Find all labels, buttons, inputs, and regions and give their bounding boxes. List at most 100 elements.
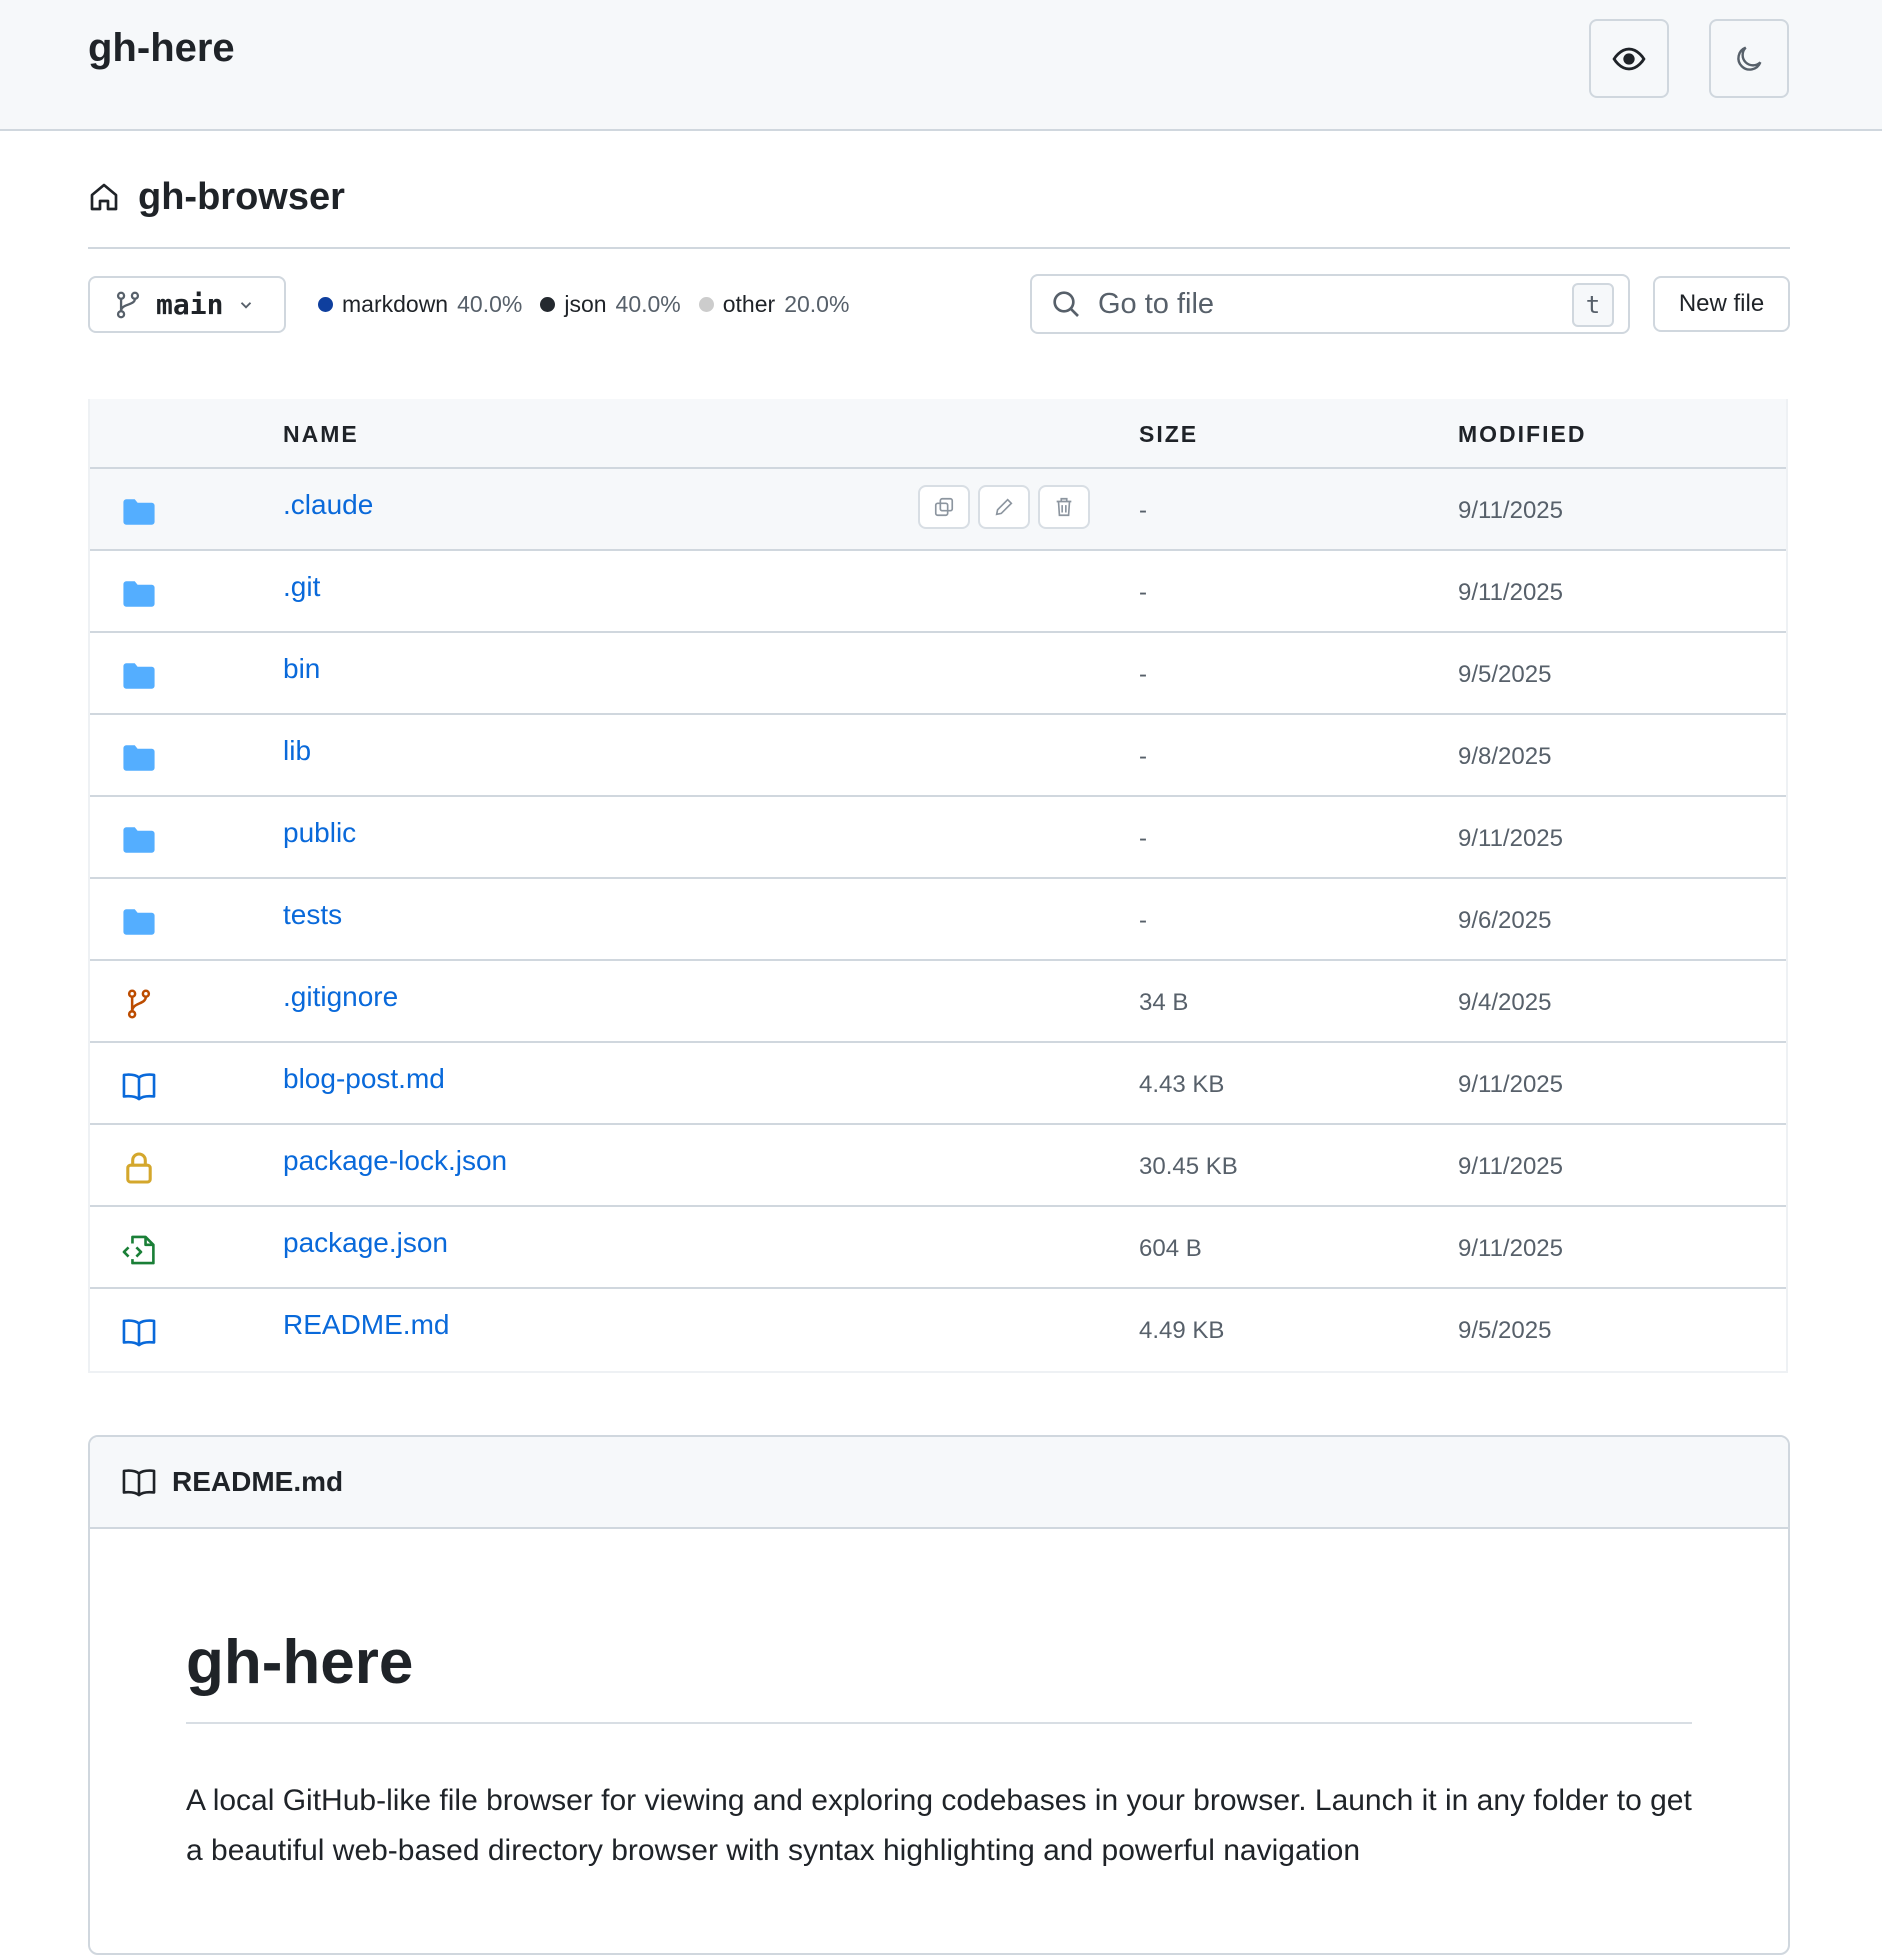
file-name-link[interactable]: .claude bbox=[283, 489, 373, 521]
table-row[interactable]: package.json 604 B 9/11/2025 bbox=[90, 1207, 1786, 1289]
file-search[interactable]: t bbox=[1030, 274, 1630, 334]
table-row[interactable]: tests - 9/6/2025 bbox=[90, 879, 1786, 961]
divider bbox=[88, 247, 1790, 249]
git-branch-icon bbox=[116, 291, 140, 318]
column-header-size[interactable]: SIZE bbox=[1139, 421, 1198, 448]
column-header-modified[interactable]: MODIFIED bbox=[1458, 421, 1586, 448]
delete-button[interactable] bbox=[1038, 485, 1090, 529]
file-modified: 9/11/2025 bbox=[1458, 497, 1563, 524]
language-percent: 40.0% bbox=[615, 290, 681, 317]
language-dot bbox=[540, 296, 556, 312]
language-dot bbox=[318, 296, 333, 312]
language-stats: markdown 40.0% json 40.0% other 20.0% bbox=[318, 286, 867, 322]
home-icon bbox=[90, 183, 118, 211]
file-modified: 9/6/2025 bbox=[1458, 907, 1552, 934]
readme-header: README.md bbox=[90, 1437, 1788, 1529]
file-code-icon bbox=[122, 1233, 156, 1267]
theme-toggle-button[interactable] bbox=[1709, 19, 1789, 98]
row-actions bbox=[918, 485, 1090, 529]
file-size: - bbox=[1139, 907, 1147, 934]
top-bar: gh-here bbox=[0, 0, 1882, 131]
language-item: json 40.0% bbox=[540, 290, 681, 318]
folder-icon bbox=[122, 659, 156, 693]
file-name-link[interactable]: README.md bbox=[283, 1309, 449, 1341]
folder-icon bbox=[122, 495, 156, 529]
file-name-link[interactable]: lib bbox=[283, 735, 311, 767]
file-size: - bbox=[1139, 497, 1147, 524]
folder-icon bbox=[122, 823, 156, 857]
book-icon bbox=[122, 1069, 156, 1103]
git-branch-icon bbox=[122, 987, 156, 1021]
file-name-link[interactable]: blog-post.md bbox=[283, 1063, 445, 1095]
file-size: 4.49 KB bbox=[1139, 1317, 1225, 1344]
repo-header: gh-browser bbox=[88, 170, 345, 224]
language-name: other bbox=[722, 290, 776, 317]
file-name-link[interactable]: package.json bbox=[283, 1227, 448, 1259]
file-size: - bbox=[1139, 743, 1147, 770]
branch-selector[interactable]: main bbox=[88, 276, 286, 333]
file-modified: 9/5/2025 bbox=[1458, 1317, 1552, 1344]
eye-icon bbox=[1612, 47, 1646, 70]
folder-icon bbox=[122, 577, 156, 611]
search-icon bbox=[1053, 291, 1079, 317]
readme-content: gh-here A local GitHub-like file browser… bbox=[90, 1627, 1788, 1876]
column-header-name[interactable]: NAME bbox=[283, 421, 359, 448]
table-row[interactable]: README.md 4.49 KB 9/5/2025 bbox=[90, 1289, 1786, 1371]
file-name-link[interactable]: package-lock.json bbox=[283, 1145, 507, 1177]
moon-icon bbox=[1737, 46, 1762, 71]
app-title: gh-here bbox=[88, 26, 235, 70]
chevron-down-icon bbox=[241, 301, 252, 309]
file-name-link[interactable]: .gitignore bbox=[283, 981, 398, 1013]
readme-paragraph: A local GitHub-like file browser for vie… bbox=[186, 1784, 1692, 1867]
readme-heading: gh-here bbox=[186, 1627, 1692, 1724]
copy-icon bbox=[934, 497, 954, 517]
edit-button[interactable] bbox=[978, 485, 1030, 529]
table-row[interactable]: bin - 9/5/2025 bbox=[90, 633, 1786, 715]
file-name-link[interactable]: bin bbox=[283, 653, 320, 685]
file-size: 30.45 KB bbox=[1139, 1153, 1238, 1180]
language-percent: 20.0% bbox=[784, 290, 850, 317]
folder-icon bbox=[122, 741, 156, 775]
table-header: NAME SIZE MODIFIED bbox=[90, 399, 1786, 469]
table-row[interactable]: .git - 9/11/2025 bbox=[90, 551, 1786, 633]
preview-toggle-button[interactable] bbox=[1589, 19, 1669, 98]
file-name-link[interactable]: tests bbox=[283, 899, 342, 931]
readme-panel: README.md gh-here A local GitHub-like fi… bbox=[88, 1435, 1790, 1955]
search-input[interactable] bbox=[1098, 287, 1558, 321]
table-row[interactable]: .gitignore 34 B 9/4/2025 bbox=[90, 961, 1786, 1043]
table-row[interactable]: package-lock.json 30.45 KB 9/11/2025 bbox=[90, 1125, 1786, 1207]
branch-label: main bbox=[156, 288, 224, 321]
file-modified: 9/11/2025 bbox=[1458, 825, 1563, 852]
pencil-icon bbox=[995, 498, 1013, 516]
file-modified: 9/8/2025 bbox=[1458, 743, 1552, 770]
table-row[interactable]: lib - 9/8/2025 bbox=[90, 715, 1786, 797]
language-dot bbox=[698, 296, 714, 312]
table-row[interactable]: blog-post.md 4.43 KB 9/11/2025 bbox=[90, 1043, 1786, 1125]
repo-name[interactable]: gh-browser bbox=[138, 176, 345, 219]
file-modified: 9/11/2025 bbox=[1458, 1153, 1563, 1180]
language-name: json bbox=[564, 290, 607, 317]
copy-button[interactable] bbox=[918, 485, 970, 529]
language-name: markdown bbox=[342, 290, 449, 317]
language-item: other 20.0% bbox=[698, 290, 850, 318]
file-size: 4.43 KB bbox=[1139, 1071, 1225, 1098]
readme-filename: README.md bbox=[172, 1466, 344, 1497]
language-percent: 40.0% bbox=[457, 290, 523, 317]
file-name-link[interactable]: public bbox=[283, 817, 356, 849]
book-icon bbox=[122, 1469, 156, 1497]
table-row[interactable]: .claude - 9/11/2025 bbox=[90, 469, 1786, 551]
file-size: - bbox=[1139, 661, 1147, 688]
lock-icon bbox=[122, 1151, 156, 1185]
book-icon bbox=[122, 1315, 156, 1349]
file-name-link[interactable]: .git bbox=[283, 571, 320, 603]
table-row[interactable]: public - 9/11/2025 bbox=[90, 797, 1786, 879]
file-modified: 9/11/2025 bbox=[1458, 1235, 1563, 1262]
file-size: - bbox=[1139, 579, 1147, 606]
shortcut-key: t bbox=[1572, 283, 1614, 327]
folder-icon bbox=[122, 905, 156, 939]
file-size: - bbox=[1139, 825, 1147, 852]
trash-icon bbox=[1056, 497, 1072, 517]
new-file-button[interactable]: New file bbox=[1653, 276, 1790, 332]
file-modified: 9/11/2025 bbox=[1458, 1071, 1563, 1098]
language-item: markdown 40.0% bbox=[318, 291, 522, 318]
